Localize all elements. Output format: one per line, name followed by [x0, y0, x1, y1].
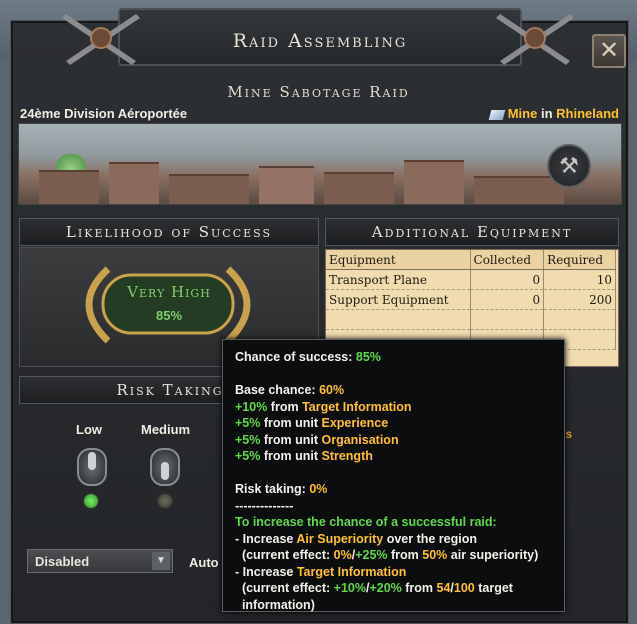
col-equipment: Equipment: [326, 250, 471, 270]
risk-medium-indicator: [156, 492, 174, 510]
likelihood-header: Likelihood of Success: [19, 218, 319, 246]
target-in: in: [540, 106, 553, 121]
parachute-icon: [56, 154, 86, 170]
chevron-down-icon[interactable]: ▼: [152, 552, 170, 570]
raid-banner-image: ⚒: [18, 123, 622, 205]
equipment-header: Additional Equipment: [325, 218, 619, 246]
table-row: Support Equipment 0 200: [326, 289, 616, 310]
risk-low-label: Low: [76, 422, 102, 437]
risk-low-indicator: [82, 492, 100, 510]
auto-mode-dropdown[interactable]: Disabled ▼: [27, 549, 173, 573]
raid-target: Mine in Rhineland: [488, 106, 619, 121]
col-required: Required: [543, 250, 616, 270]
col-collected: Collected: [470, 250, 545, 270]
risk-medium-switch[interactable]: [150, 448, 180, 486]
table-row: Transport Plane 0 10: [326, 269, 616, 290]
equipment-table: Equipment Collected Required Transport P…: [326, 250, 616, 350]
close-button[interactable]: ✕: [592, 34, 626, 68]
sabotage-tools-icon: ⚒: [547, 144, 591, 188]
success-percent: 85%: [155, 308, 183, 323]
laurel-wreath-icon: [85, 266, 251, 344]
auto-label: Auto: [189, 555, 219, 570]
table-row: [326, 309, 616, 330]
risk-low-switch[interactable]: [77, 448, 107, 486]
success-tooltip: Chance of success: 85% Base chance: 60% …: [222, 339, 565, 612]
target-type: Mine: [507, 106, 538, 121]
raid-name: Mine Sabotage Raid: [227, 83, 410, 101]
division-name: 24ème Division Aéroportée: [20, 106, 188, 121]
window-title: Raid Assembling: [232, 30, 408, 52]
dropdown-value: Disabled: [35, 554, 90, 569]
success-rating: Very High: [127, 283, 211, 301]
mine-icon: [488, 109, 506, 120]
target-region[interactable]: Rhineland: [556, 106, 619, 121]
risk-medium-label: Medium: [141, 422, 191, 437]
